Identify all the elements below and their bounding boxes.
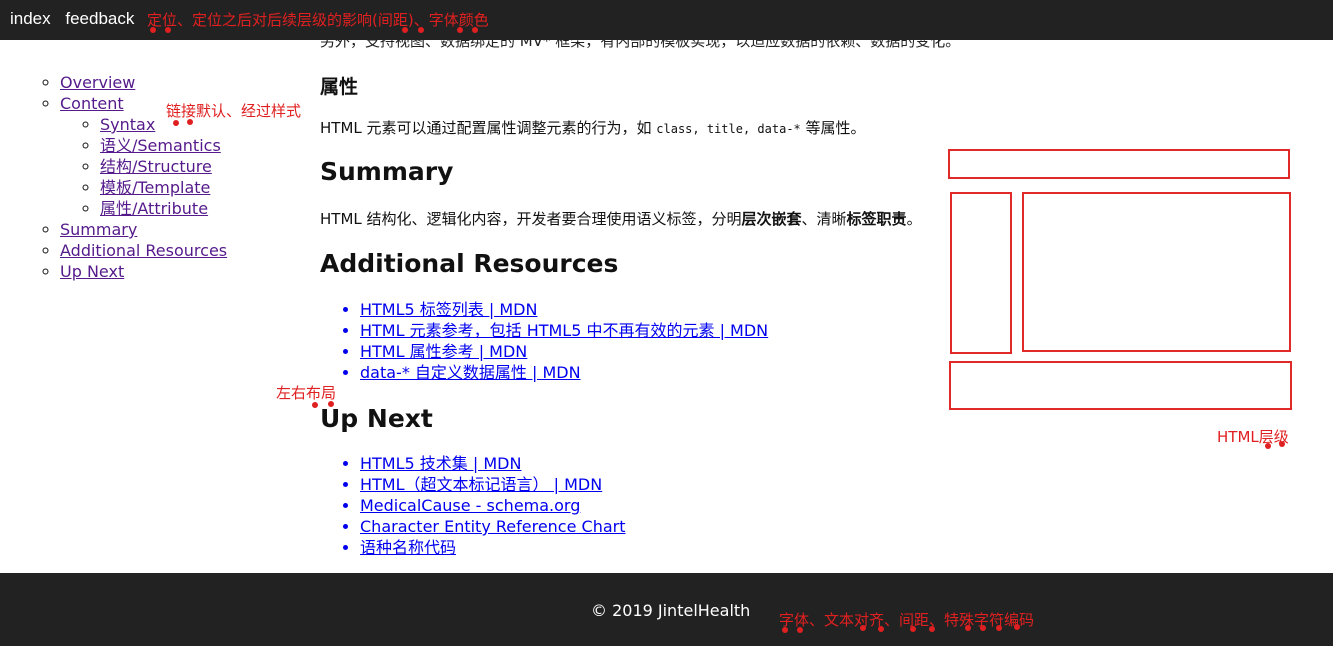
heading-up-next: Up Next	[320, 404, 433, 433]
text: 、清晰	[801, 210, 847, 228]
list-item: MedicalCause - schema.org	[360, 495, 626, 516]
toc-link-template[interactable]: 模板/Template	[100, 178, 210, 197]
attribute-paragraph: HTML 元素可以通过配置属性调整元素的行为，如 class, title, d…	[320, 117, 866, 138]
annotation-dot	[472, 27, 478, 33]
toc-link-content[interactable]: Content	[60, 94, 124, 113]
annotation-dot	[860, 625, 866, 631]
footer-copyright: © 2019 JintelHealth	[591, 601, 751, 620]
list-item: HTML 元素参考，包括 HTML5 中不再有效的元素 | MDN	[360, 320, 768, 341]
upnext-link[interactable]: HTML（超文本标记语言） | MDN	[360, 475, 602, 494]
annotation-html-layers: HTML层级	[1217, 428, 1289, 446]
annotation-dot	[328, 401, 334, 407]
annotation-dot	[1279, 441, 1285, 447]
annotation-dot	[418, 27, 424, 33]
heading-additional-resources: Additional Resources	[320, 249, 619, 278]
nav-item-feedback[interactable]: feedback	[65, 9, 134, 28]
annotation-dot	[1265, 443, 1271, 449]
annotation-dot	[173, 120, 179, 126]
upnext-link[interactable]: MedicalCause - schema.org	[360, 496, 580, 515]
resource-link[interactable]: HTML5 标签列表 | MDN	[360, 300, 537, 319]
toc-link-attribute[interactable]: 属性/Attribute	[100, 199, 208, 218]
toc-item: Additional Resources	[60, 240, 300, 261]
upnext-link[interactable]: 语种名称代码	[360, 538, 456, 557]
annotation-link-styles: 链接默认、经过样式	[166, 102, 302, 120]
nav-links: index feedback	[10, 9, 144, 29]
toc-link-structure[interactable]: 结构/Structure	[100, 157, 212, 176]
summary-paragraph: HTML 结构化、逻辑化内容，开发者要合理使用语义标签，分明层次嵌套、清晰标签职…	[320, 208, 922, 229]
list-item: 语种名称代码	[360, 537, 626, 558]
annotation-dot	[312, 402, 318, 408]
text: 等属性。	[800, 119, 866, 137]
toc-item: 结构/Structure	[100, 156, 300, 177]
page-footer: © 2019 JintelHealth	[0, 573, 1333, 646]
text: 。	[906, 210, 922, 228]
list-item: data-* 自定义数据属性 | MDN	[360, 362, 768, 383]
toc-link-up-next[interactable]: Up Next	[60, 262, 124, 281]
resource-link[interactable]: HTML 元素参考，包括 HTML5 中不再有效的元素 | MDN	[360, 321, 768, 340]
list-item: HTML 属性参考 | MDN	[360, 341, 768, 362]
bold-text: 标签职责	[846, 210, 907, 228]
resources-list: HTML5 标签列表 | MDN HTML 元素参考，包括 HTML5 中不再有…	[320, 299, 768, 383]
annotation-dot	[996, 625, 1002, 631]
layer-box-main	[1022, 192, 1291, 352]
heading-attribute: 属性	[320, 76, 359, 98]
toc-link-summary[interactable]: Summary	[60, 220, 137, 239]
toc-item: 属性/Attribute	[100, 198, 300, 219]
toc-item: 模板/Template	[100, 177, 300, 198]
annotation-dot	[910, 626, 916, 632]
annotation-dot	[797, 627, 803, 633]
annotation-dot	[150, 27, 156, 33]
layer-box-footer	[949, 361, 1292, 410]
annotation-dot	[980, 625, 986, 631]
annotation-dot	[1014, 624, 1020, 630]
bold-text: 层次嵌套	[741, 210, 802, 228]
list-item: HTML（超文本标记语言） | MDN	[360, 474, 626, 495]
toc-item: Summary	[60, 219, 300, 240]
upnext-link[interactable]: Character Entity Reference Chart	[360, 517, 626, 536]
toc-item: 语义/Semantics	[100, 135, 300, 156]
toc-link-overview[interactable]: Overview	[60, 73, 135, 92]
upnext-link[interactable]: HTML5 技术集 | MDN	[360, 454, 521, 473]
toc-link-syntax[interactable]: Syntax	[100, 115, 155, 134]
annotation-dot	[457, 27, 463, 33]
annotation-dot	[187, 119, 193, 125]
annotation-dot	[965, 625, 971, 631]
list-item: Character Entity Reference Chart	[360, 516, 626, 537]
annotation-dot	[929, 626, 935, 632]
upnext-list: HTML5 技术集 | MDN HTML（超文本标记语言） | MDN Medi…	[320, 453, 626, 558]
layer-box-sidebar	[950, 192, 1012, 354]
text: HTML 元素可以通过配置属性调整元素的行为，如	[320, 119, 657, 137]
layer-box-header	[948, 149, 1290, 179]
resource-link[interactable]: HTML 属性参考 | MDN	[360, 342, 527, 361]
resource-link[interactable]: data-* 自定义数据属性 | MDN	[360, 363, 581, 382]
toc-link-additional-resources[interactable]: Additional Resources	[60, 241, 227, 260]
annotation-dot	[878, 626, 884, 632]
annotation-dot	[165, 27, 171, 33]
heading-summary: Summary	[320, 157, 454, 186]
nav-item-index[interactable]: index	[10, 9, 51, 28]
annotation-layout: 左右布局	[276, 384, 337, 402]
toc-item: Up Next	[60, 261, 300, 282]
attribute-code: class, title, data-*	[656, 122, 801, 136]
text: HTML 结构化、逻辑化内容，开发者要合理使用语义标签，分明	[320, 210, 742, 228]
toc-link-semantics[interactable]: 语义/Semantics	[100, 136, 221, 155]
annotation-positioning: 定位、定位之后对后续层级的影响(间距)、字体颜色	[147, 11, 489, 29]
toc-item: Overview	[60, 72, 300, 93]
list-item: HTML5 技术集 | MDN	[360, 453, 626, 474]
annotation-dot	[782, 627, 788, 633]
annotation-dot	[402, 27, 408, 33]
list-item: HTML5 标签列表 | MDN	[360, 299, 768, 320]
